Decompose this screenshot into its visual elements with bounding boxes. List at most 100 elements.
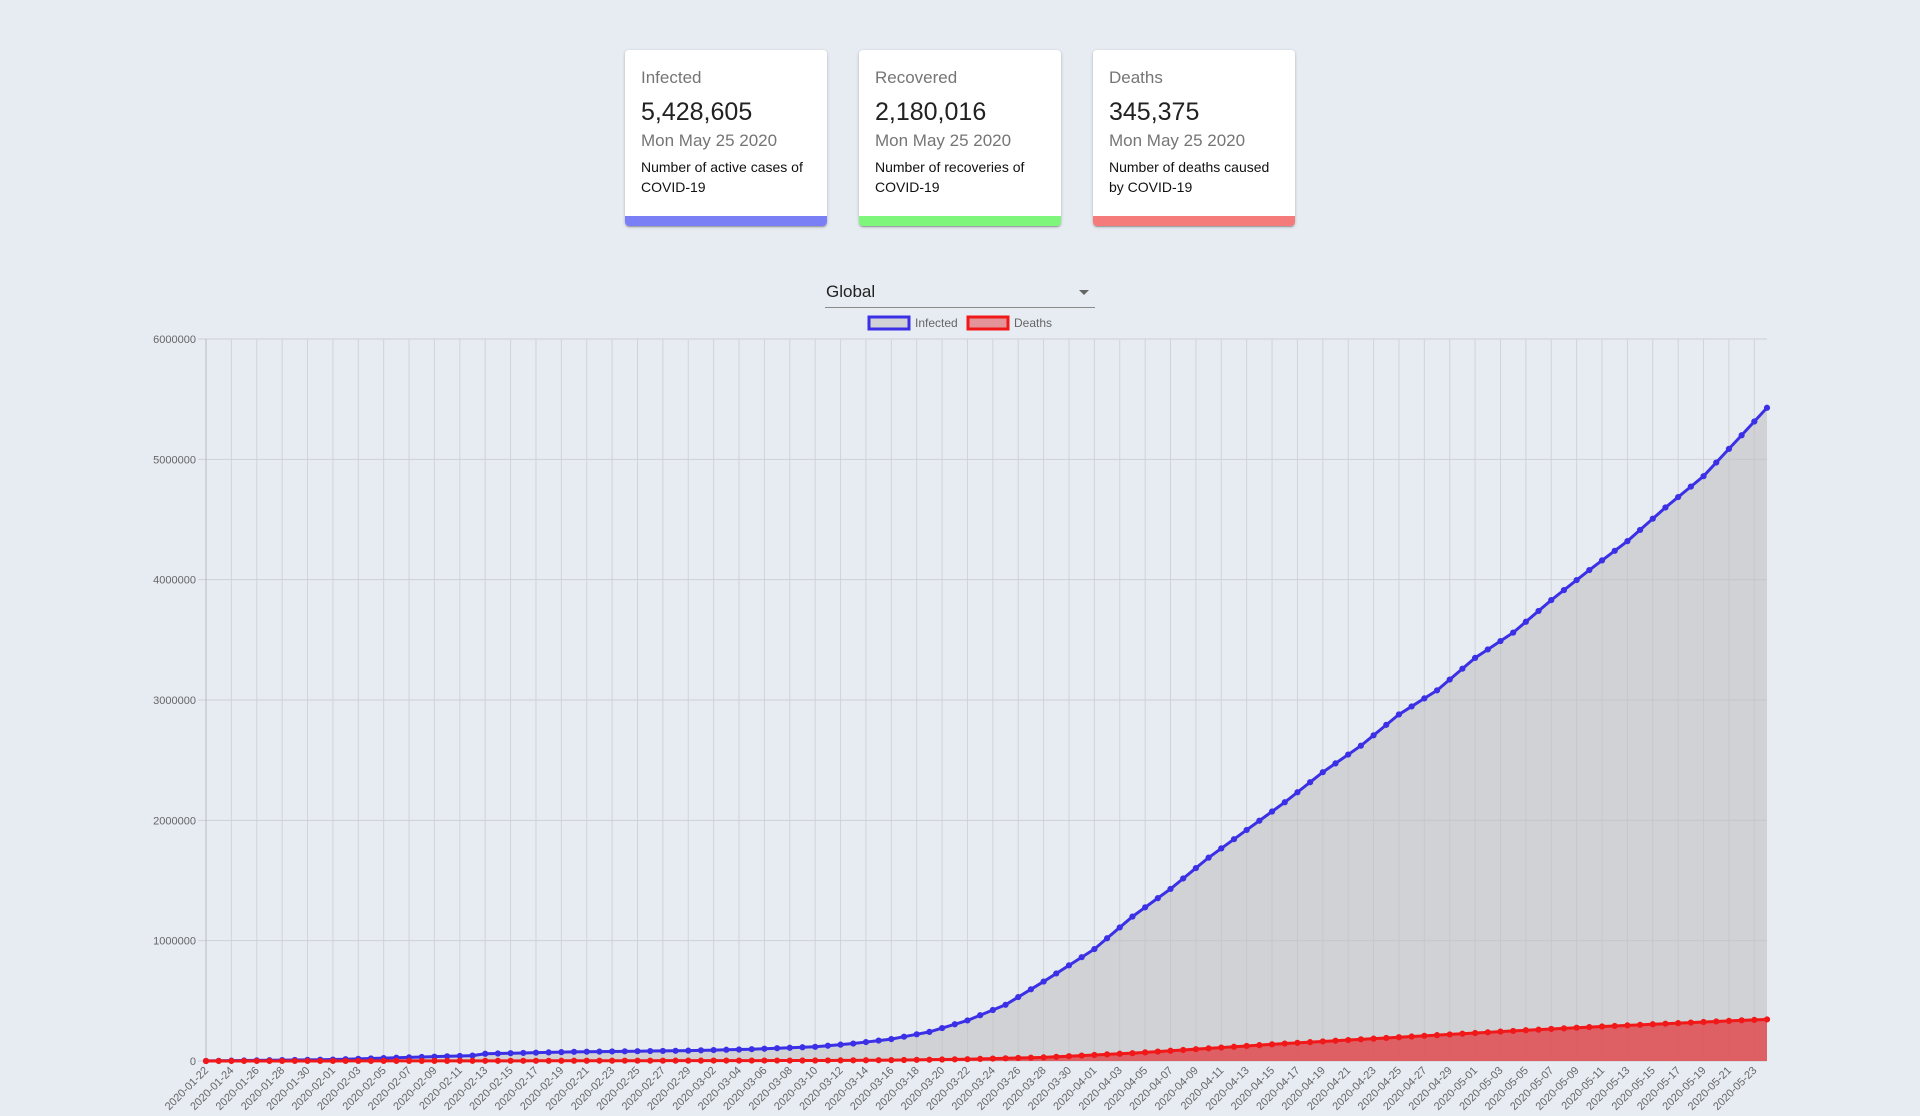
data-point[interactable] bbox=[405, 1057, 413, 1065]
data-point[interactable] bbox=[1408, 703, 1415, 710]
data-point[interactable] bbox=[532, 1057, 540, 1064]
data-point[interactable] bbox=[1548, 597, 1555, 604]
data-point[interactable] bbox=[1129, 913, 1136, 920]
data-point[interactable] bbox=[634, 1048, 641, 1055]
data-point[interactable] bbox=[1357, 742, 1364, 749]
data-point[interactable] bbox=[1535, 1026, 1542, 1033]
data-point[interactable] bbox=[1459, 665, 1466, 672]
data-point[interactable] bbox=[507, 1057, 514, 1064]
legend-swatch[interactable] bbox=[966, 315, 1010, 331]
data-point[interactable] bbox=[1154, 895, 1161, 902]
data-point[interactable] bbox=[1662, 504, 1669, 511]
data-point[interactable] bbox=[1167, 1047, 1174, 1054]
data-point[interactable] bbox=[1192, 864, 1200, 872]
data-point[interactable] bbox=[1611, 1022, 1618, 1030]
data-point[interactable] bbox=[570, 1048, 578, 1055]
data-point[interactable] bbox=[1675, 493, 1682, 501]
data-point[interactable] bbox=[1484, 646, 1491, 653]
data-point[interactable] bbox=[1738, 1017, 1745, 1024]
data-point[interactable] bbox=[647, 1057, 654, 1064]
data-point[interactable] bbox=[1142, 904, 1149, 911]
data-point[interactable] bbox=[558, 1049, 565, 1056]
data-point[interactable] bbox=[317, 1057, 324, 1065]
data-point[interactable] bbox=[748, 1057, 755, 1064]
data-point[interactable] bbox=[1027, 986, 1035, 993]
data-point[interactable] bbox=[1484, 1029, 1491, 1036]
data-point[interactable] bbox=[710, 1046, 717, 1054]
chevron-down-icon[interactable] bbox=[1079, 290, 1089, 295]
data-point[interactable] bbox=[1725, 1017, 1733, 1024]
data-point[interactable] bbox=[1116, 1050, 1123, 1057]
data-point[interactable] bbox=[1675, 1020, 1682, 1027]
data-point[interactable] bbox=[938, 1024, 946, 1032]
data-point[interactable] bbox=[1307, 1039, 1314, 1046]
data-point[interactable] bbox=[1268, 808, 1276, 815]
data-point[interactable] bbox=[1167, 885, 1174, 893]
data-point[interactable] bbox=[1065, 962, 1073, 969]
data-point[interactable] bbox=[1091, 945, 1098, 953]
data-point[interactable] bbox=[723, 1057, 730, 1064]
data-point[interactable] bbox=[1015, 1054, 1022, 1062]
data-point[interactable] bbox=[774, 1057, 781, 1064]
legend-label[interactable]: Deaths bbox=[1014, 316, 1052, 330]
data-point[interactable] bbox=[342, 1057, 349, 1065]
data-point[interactable] bbox=[1243, 826, 1250, 834]
data-point[interactable] bbox=[812, 1043, 819, 1050]
data-point[interactable] bbox=[418, 1057, 425, 1064]
data-point[interactable] bbox=[545, 1049, 552, 1056]
data-point[interactable] bbox=[710, 1057, 717, 1064]
data-point[interactable] bbox=[888, 1057, 895, 1064]
data-point[interactable] bbox=[786, 1044, 793, 1051]
data-point[interactable] bbox=[900, 1056, 908, 1064]
data-point[interactable] bbox=[1548, 1025, 1555, 1033]
data-point[interactable] bbox=[1370, 732, 1377, 739]
data-point[interactable] bbox=[685, 1057, 692, 1064]
data-point[interactable] bbox=[1497, 637, 1504, 645]
data-point[interactable] bbox=[723, 1046, 730, 1053]
data-point[interactable] bbox=[659, 1047, 666, 1055]
data-point[interactable] bbox=[1040, 1054, 1047, 1061]
data-point[interactable] bbox=[799, 1044, 806, 1051]
data-point[interactable] bbox=[583, 1057, 590, 1064]
data-point[interactable] bbox=[1395, 711, 1403, 718]
data-point[interactable] bbox=[1522, 1027, 1529, 1034]
chart-legend[interactable]: Infected Deaths bbox=[867, 315, 1052, 331]
data-point[interactable] bbox=[1294, 789, 1301, 796]
data-point[interactable] bbox=[1446, 1031, 1453, 1038]
data-point[interactable] bbox=[1383, 721, 1390, 728]
data-point[interactable] bbox=[1256, 817, 1263, 824]
data-point[interactable] bbox=[1433, 1032, 1441, 1039]
data-point[interactable] bbox=[1180, 875, 1187, 882]
data-point[interactable] bbox=[1319, 769, 1326, 776]
data-point[interactable] bbox=[1459, 1030, 1466, 1037]
data-point[interactable] bbox=[938, 1056, 946, 1063]
data-point[interactable] bbox=[761, 1045, 768, 1052]
data-point[interactable] bbox=[621, 1048, 628, 1055]
data-point[interactable] bbox=[1700, 473, 1707, 480]
data-point[interactable] bbox=[1192, 1046, 1200, 1053]
data-point[interactable] bbox=[570, 1057, 578, 1064]
data-point[interactable] bbox=[977, 1012, 984, 1019]
data-point[interactable] bbox=[1218, 845, 1225, 852]
data-point[interactable] bbox=[1636, 1021, 1644, 1028]
data-point[interactable] bbox=[1598, 557, 1606, 564]
data-point[interactable] bbox=[1522, 618, 1529, 625]
data-point[interactable] bbox=[1560, 587, 1568, 594]
data-point[interactable] bbox=[1586, 566, 1593, 574]
data-point[interactable] bbox=[279, 1057, 286, 1065]
data-point[interactable] bbox=[1662, 1020, 1669, 1027]
data-point[interactable] bbox=[735, 1046, 743, 1053]
data-point[interactable] bbox=[1763, 404, 1771, 411]
data-point[interactable] bbox=[456, 1057, 463, 1064]
data-point[interactable] bbox=[1053, 1053, 1060, 1060]
data-point[interactable] bbox=[494, 1057, 501, 1064]
data-point[interactable] bbox=[1624, 538, 1631, 545]
data-point[interactable] bbox=[786, 1057, 793, 1064]
data-point[interactable] bbox=[1611, 547, 1618, 554]
data-point[interactable] bbox=[1700, 1018, 1707, 1026]
data-point[interactable] bbox=[888, 1036, 895, 1043]
data-point[interactable] bbox=[647, 1047, 654, 1055]
data-point[interactable] bbox=[1497, 1028, 1504, 1035]
data-point[interactable] bbox=[1243, 1042, 1250, 1050]
data-point[interactable] bbox=[469, 1052, 476, 1059]
